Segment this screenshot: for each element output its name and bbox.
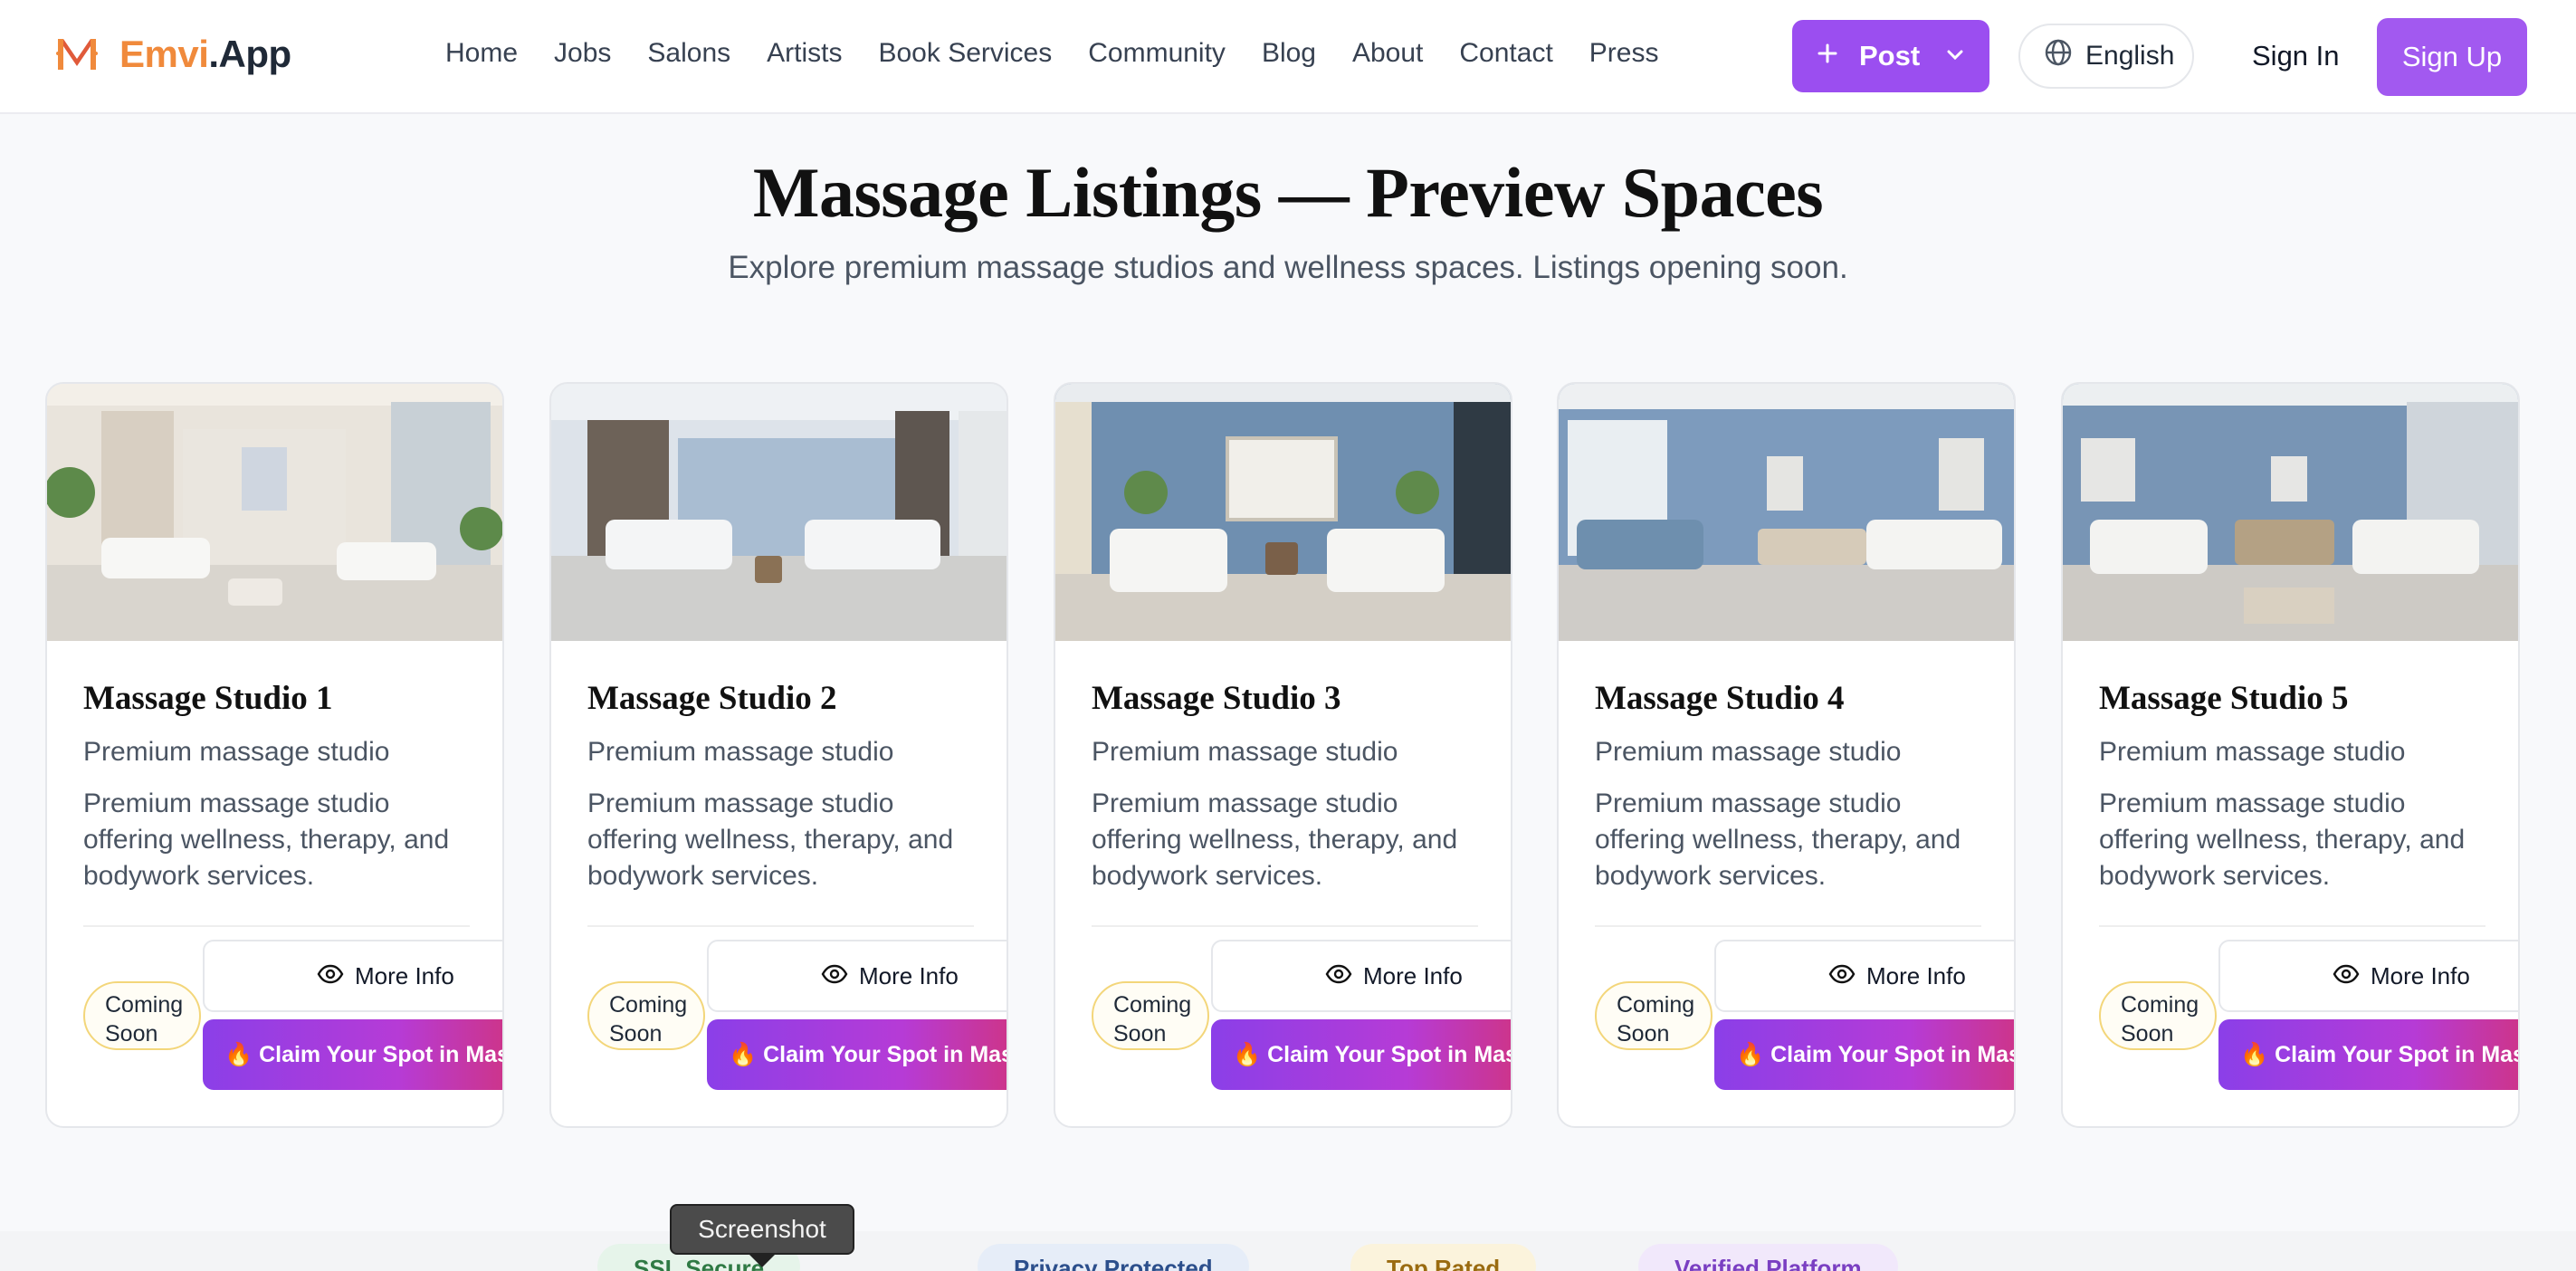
nav-contact[interactable]: Contact bbox=[1459, 38, 1552, 69]
site-header: Emvi.App Home Jobs Salons Artists Book S… bbox=[0, 0, 2576, 114]
page-subtitle: Explore premium massage studios and well… bbox=[728, 250, 1848, 285]
card-subtitle: Premium massage studio bbox=[2099, 737, 2406, 767]
language-label: English bbox=[2085, 41, 2175, 71]
listing-card: Massage Studio 4 Premium massage studio … bbox=[1557, 382, 2016, 1128]
claim-spot-button[interactable]: 🔥 Claim Your Spot in Massage bbox=[1714, 1019, 2014, 1090]
nav-home[interactable]: Home bbox=[445, 38, 518, 69]
logo-text-part1: Emvi bbox=[119, 33, 209, 75]
more-info-label: More Info bbox=[859, 961, 959, 989]
logo[interactable]: Emvi.App bbox=[56, 33, 291, 76]
nav-about[interactable]: About bbox=[1352, 38, 1423, 69]
card-description: Premium massage studio offering wellness… bbox=[587, 788, 954, 891]
card-description: Premium massage studio offering wellness… bbox=[1092, 788, 1458, 891]
studio-photo bbox=[2063, 384, 2518, 641]
claim-spot-button[interactable]: 🔥 Claim Your Spot in Massage bbox=[2218, 1019, 2518, 1090]
more-info-label: More Info bbox=[1363, 961, 1463, 989]
post-button[interactable]: Post bbox=[1792, 20, 1989, 92]
page-title: Massage Listings — Preview Spaces bbox=[752, 153, 1824, 232]
trust-badges-strip bbox=[0, 1231, 2576, 1271]
nav-book-services[interactable]: Book Services bbox=[878, 38, 1052, 69]
studio-photo bbox=[551, 384, 1007, 641]
more-info-button[interactable]: More Info bbox=[1211, 940, 1511, 1012]
eye-icon bbox=[317, 962, 344, 990]
card-title: Massage Studio 1 bbox=[83, 680, 333, 717]
eye-icon bbox=[1828, 962, 1856, 990]
trust-badge-privacy: Privacy Protected bbox=[978, 1244, 1249, 1271]
trust-badge-rated: Top Rated bbox=[1350, 1244, 1537, 1271]
claim-spot-button[interactable]: 🔥 Claim Your Spot in Massage bbox=[707, 1019, 1007, 1090]
studio-photo bbox=[47, 384, 502, 641]
more-info-label: More Info bbox=[1866, 961, 1966, 989]
coming-soon-badge: Coming Soon bbox=[83, 981, 201, 1050]
coming-soon-badge: Coming Soon bbox=[2099, 981, 2217, 1050]
logo-text-part2: .App bbox=[208, 33, 291, 75]
listing-card: Massage Studio 5 Premium massage studio … bbox=[2061, 382, 2520, 1128]
more-info-label: More Info bbox=[2371, 961, 2470, 989]
card-title: Massage Studio 4 bbox=[1595, 680, 1845, 717]
main-nav: Home Jobs Salons Artists Book Services C… bbox=[445, 38, 1658, 69]
logo-mark-icon bbox=[56, 33, 98, 75]
card-subtitle: Premium massage studio bbox=[1595, 737, 1902, 767]
language-selector[interactable]: English bbox=[2018, 24, 2194, 89]
eye-icon bbox=[2333, 962, 2360, 990]
nav-community[interactable]: Community bbox=[1088, 38, 1226, 69]
divider bbox=[1092, 925, 1478, 927]
sign-up-button[interactable]: Sign Up bbox=[2377, 18, 2527, 96]
divider bbox=[587, 925, 974, 927]
claim-spot-button[interactable]: 🔥 Claim Your Spot in Massage bbox=[203, 1019, 502, 1090]
card-description: Premium massage studio offering wellness… bbox=[2099, 788, 2466, 891]
divider bbox=[1595, 925, 1981, 927]
sign-in-link[interactable]: Sign In bbox=[2252, 40, 2340, 72]
more-info-label: More Info bbox=[355, 961, 454, 989]
card-subtitle: Premium massage studio bbox=[1092, 737, 1398, 767]
divider bbox=[2099, 925, 2485, 927]
coming-soon-badge: Coming Soon bbox=[587, 981, 705, 1050]
more-info-button[interactable]: More Info bbox=[1714, 940, 2014, 1012]
logo-text: Emvi.App bbox=[119, 33, 291, 76]
claim-spot-button[interactable]: 🔥 Claim Your Spot in Massage bbox=[1211, 1019, 1511, 1090]
nav-salons[interactable]: Salons bbox=[647, 38, 730, 69]
listing-card: Massage Studio 3 Premium massage studio … bbox=[1054, 382, 1512, 1128]
nav-artists[interactable]: Artists bbox=[767, 38, 842, 69]
nav-blog[interactable]: Blog bbox=[1262, 38, 1316, 69]
coming-soon-badge: Coming Soon bbox=[1595, 981, 1713, 1050]
plus-icon bbox=[1816, 40, 1839, 72]
studio-photo bbox=[1055, 384, 1511, 641]
nav-jobs[interactable]: Jobs bbox=[554, 38, 611, 69]
eye-icon bbox=[1325, 962, 1352, 990]
more-info-button[interactable]: More Info bbox=[707, 940, 1007, 1012]
screenshot-tooltip: Screenshot bbox=[670, 1204, 854, 1255]
coming-soon-badge: Coming Soon bbox=[1092, 981, 1209, 1050]
more-info-button[interactable]: More Info bbox=[2218, 940, 2518, 1012]
card-description: Premium massage studio offering wellness… bbox=[83, 788, 450, 891]
card-title: Massage Studio 5 bbox=[2099, 680, 2349, 717]
trust-badge-verified: Verified Platform bbox=[1638, 1244, 1898, 1271]
listing-card: Massage Studio 1 Premium massage studio … bbox=[45, 382, 504, 1128]
card-title: Massage Studio 3 bbox=[1092, 680, 1341, 717]
card-title: Massage Studio 2 bbox=[587, 680, 837, 717]
listing-card: Massage Studio 2 Premium massage studio … bbox=[549, 382, 1008, 1128]
divider bbox=[83, 925, 470, 927]
tooltip-arrow bbox=[748, 1253, 777, 1267]
post-button-label: Post bbox=[1859, 40, 1921, 72]
more-info-button[interactable]: More Info bbox=[203, 940, 502, 1012]
card-subtitle: Premium massage studio bbox=[83, 737, 390, 767]
studio-photo bbox=[1559, 384, 2014, 641]
card-description: Premium massage studio offering wellness… bbox=[1595, 788, 1961, 891]
chevron-down-icon bbox=[1944, 40, 1966, 72]
nav-press[interactable]: Press bbox=[1589, 38, 1659, 69]
eye-icon bbox=[821, 962, 848, 990]
card-subtitle: Premium massage studio bbox=[587, 737, 894, 767]
globe-icon bbox=[2044, 38, 2073, 74]
